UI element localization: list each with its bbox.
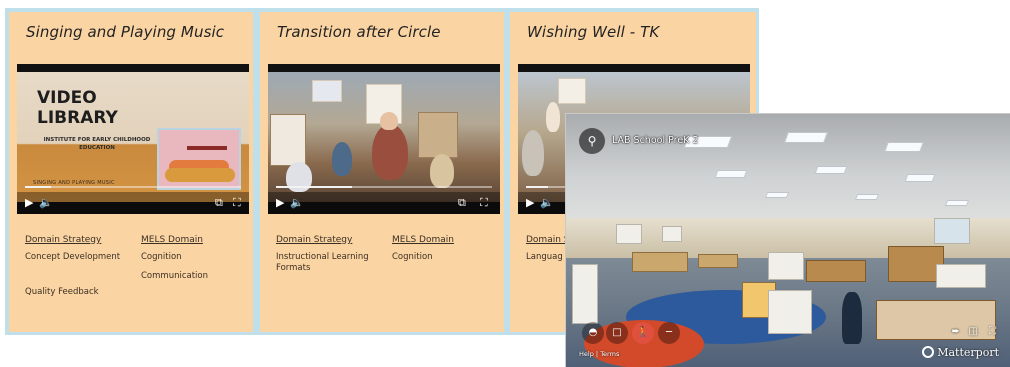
video-player[interactable]: ▶ 🔈 ⧉ ⛶ [268,64,500,214]
mels-domain-column: MELS Domain Cognition [392,234,454,263]
mels-domain-column: MELS Domain Cognition Communication [141,234,208,282]
mels-domain-value: Cognition [392,252,433,262]
video-player[interactable]: VIDEO LIBRARY INSTITUTE FOR EARLY CHILDH… [17,64,249,214]
fullscreen-icon[interactable]: ⛶ [480,197,488,208]
video-controls: ▶ 🔈 ⧉ ⛶ [268,186,500,214]
mels-domain-value: Communication [141,271,208,281]
matterport-viewer[interactable]: ⚲ LAB School PreK 2 ◓ □ 🚶 ─ Help | Terms… [566,114,1010,367]
viewer-shelf [936,264,986,288]
fullscreen-icon[interactable]: ⛶ [233,197,241,208]
thumbnail-title: VIDEO LIBRARY [37,88,118,128]
picture-in-picture-icon[interactable]: ⧉ [215,197,223,208]
viewer-table [632,252,688,272]
card-metadata: Domain Strategy Instructional Learning F… [276,234,491,329]
video-card-2: Transition after Circle ▶ 🔈 ⧉ ⛶ Domain S… [260,12,504,332]
video-progress-bar[interactable] [25,186,241,188]
domain-strategy-value: Instructional Learning Formats [276,252,369,273]
thumbnail-title-line2: LIBRARY [37,108,118,128]
viewer-shelf [768,252,804,280]
video-thumbnail [268,72,500,202]
share-icon[interactable]: ➨ [952,326,960,337]
search-icon[interactable]: ⚲ [579,128,605,154]
viewer-ceiling [566,114,1010,226]
dollhouse-icon[interactable]: ◓ [582,322,604,344]
matterport-logo-text: Matterport [937,346,999,359]
thumbnail-title-line1: VIDEO [37,88,97,108]
domain-strategy-value: Concept Development [25,252,121,262]
video-progress-fill [25,186,51,188]
viewer-cabinet [768,290,812,334]
fullscreen-icon[interactable]: ⛶ [989,326,996,337]
video-card-1: Singing and Playing Music VIDEO LIBRARY … [9,12,253,332]
picture-in-picture-icon[interactable]: ⧉ [458,197,466,208]
terms-link[interactable]: Terms [600,350,619,358]
mels-domain-link[interactable]: MELS Domain [392,234,454,246]
mels-domain-value: Cognition [141,252,182,262]
card-metadata: Domain Strategy Concept Development Qual… [25,234,240,329]
help-link[interactable]: Help [579,350,594,358]
play-icon[interactable]: ▶ [276,197,284,208]
play-icon[interactable]: ▶ [25,197,33,208]
floorplan-icon[interactable]: □ [606,322,628,344]
thumbnail-subtitle: INSTITUTE FOR EARLY CHILDHOOD EDUCATION [43,137,151,151]
card-title: Singing and Playing Music [26,23,225,41]
classroom-photo [268,72,500,202]
domain-strategy-link[interactable]: Domain S [526,234,570,246]
viewer-counter [876,300,996,340]
domain-strategy-column: Domain S Languag [526,234,570,263]
video-progress-fill [276,186,352,188]
walk-mode-icon[interactable]: 🚶 [632,322,654,344]
domain-strategy-link[interactable]: Domain Strategy [25,234,120,246]
viewer-table [698,254,738,268]
volume-icon[interactable]: 🔈 [39,197,53,208]
matterport-logo[interactable]: Matterport [922,346,999,359]
video-progress-fill [526,186,548,188]
viewer-cubby [572,264,598,324]
play-icon[interactable]: ▶ [526,197,534,208]
measure-icon[interactable]: ─ [658,322,680,344]
video-progress-bar[interactable] [276,186,492,188]
thumbnail-illustration [157,128,241,190]
domain-strategy-column: Domain Strategy Instructional Learning F… [276,234,382,274]
domain-strategy-link[interactable]: Domain Strategy [276,234,382,246]
volume-icon[interactable]: 🔈 [290,197,304,208]
matterport-logo-icon [922,346,935,358]
volume-icon[interactable]: 🔈 [540,197,554,208]
footer-separator: | [595,350,599,358]
viewer-shelf [806,260,866,282]
domain-strategy-column: Domain Strategy Concept Development Qual… [25,234,120,298]
space-title: LAB School PreK 2 [612,135,699,146]
domain-strategy-value: Quality Feedback [25,287,99,297]
mels-domain-link[interactable]: MELS Domain [141,234,208,246]
viewer-footer: Help | Terms [579,350,619,358]
video-thumbnail: VIDEO LIBRARY INSTITUTE FOR EARLY CHILDH… [17,72,249,202]
video-controls: ▶ 🔈 ⧉ ⛶ [17,186,249,214]
card-title: Transition after Circle [277,23,441,41]
vr-icon[interactable]: ◫ [969,326,978,337]
domain-strategy-value: Languag [526,252,563,262]
viewer-coat [842,292,862,344]
card-title: Wishing Well - TK [527,23,660,41]
